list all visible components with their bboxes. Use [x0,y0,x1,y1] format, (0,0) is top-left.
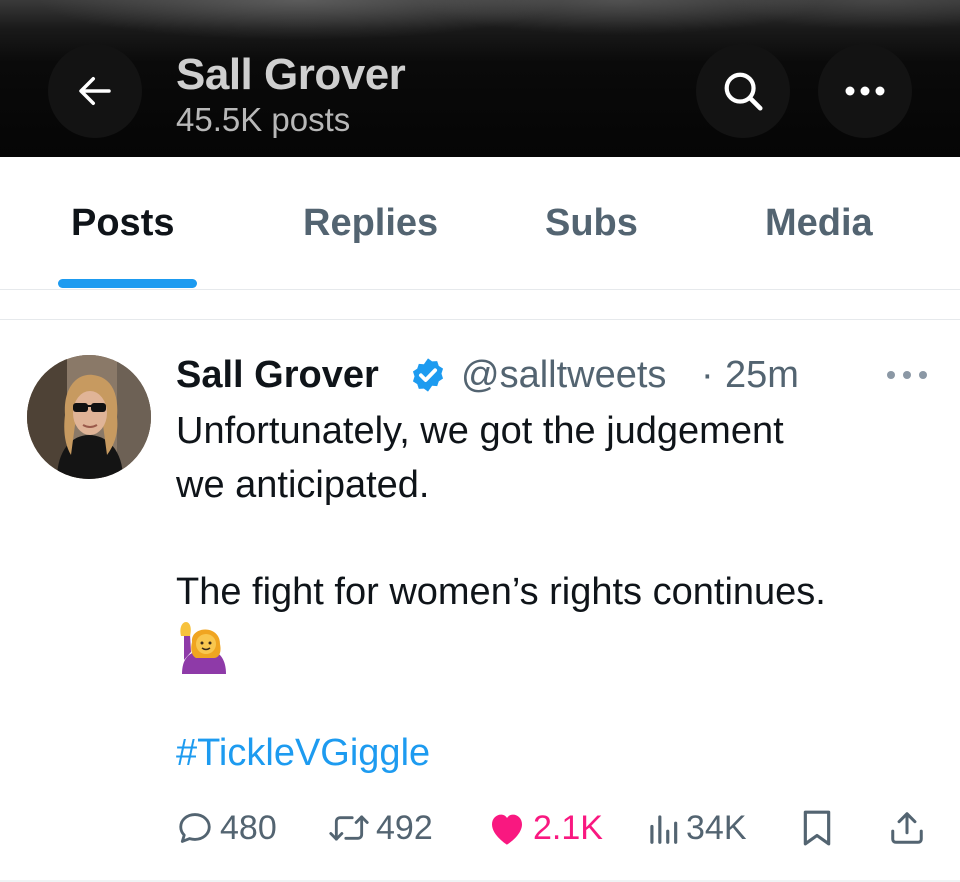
tweet-text-line: Unfortunately, we got the judgement [176,410,784,452]
like-button[interactable]: 2.1K [487,806,603,850]
active-tab-indicator [58,279,197,288]
section-divider [0,290,960,320]
tab-media[interactable]: Media [765,201,873,245]
share-icon [891,812,923,844]
reply-icon [179,813,211,843]
tab-posts[interactable]: Posts [71,201,174,245]
person-raising-hand-emoji-icon [180,622,226,674]
more-icon [845,86,885,96]
views-chart-icon [650,815,678,844]
post-count: 45.5K posts [176,101,351,138]
tab-subs[interactable]: Subs [545,201,638,245]
tweet-timestamp[interactable]: 25m [725,352,799,398]
search-icon [724,72,763,111]
bookmark-icon [803,810,831,846]
search-button[interactable] [696,44,790,138]
header-title: Sall Grover [176,50,406,99]
tweet-author-name[interactable]: Sall Grover [176,352,379,398]
more-options-button[interactable] [818,44,912,138]
back-arrow-icon [79,77,111,105]
tweet-text-line: we anticipated. [176,464,430,506]
verified-badge-icon [412,358,444,392]
repost-button[interactable]: 492 [328,806,433,850]
like-count: 2.1K [533,809,603,847]
reply-button[interactable]: 480 [176,806,277,850]
profile-tabs: Posts Replies Subs Media [0,157,960,290]
tweet-more-icon[interactable] [884,365,930,385]
back-button[interactable] [48,44,142,138]
tab-replies[interactable]: Replies [303,201,438,245]
heart-icon [492,814,522,845]
bookmark-button[interactable] [800,806,834,850]
repost-icon [329,815,369,841]
repost-count: 492 [376,809,433,847]
tweet-text-line: The fight for women’s rights continues. [176,571,826,613]
view-count: 34K [686,809,747,847]
profile-header: Sall Grover 45.5K posts [0,0,960,157]
separator-dot: · [701,354,714,396]
hashtag-link[interactable]: #TickleVGiggle [176,726,430,780]
share-button[interactable] [888,806,926,850]
views-button[interactable]: 34K [646,806,747,850]
avatar[interactable] [27,355,151,479]
avatar-image [27,355,151,479]
reply-count: 480 [220,809,277,847]
tweet-handle[interactable]: @salltweets [461,352,666,398]
